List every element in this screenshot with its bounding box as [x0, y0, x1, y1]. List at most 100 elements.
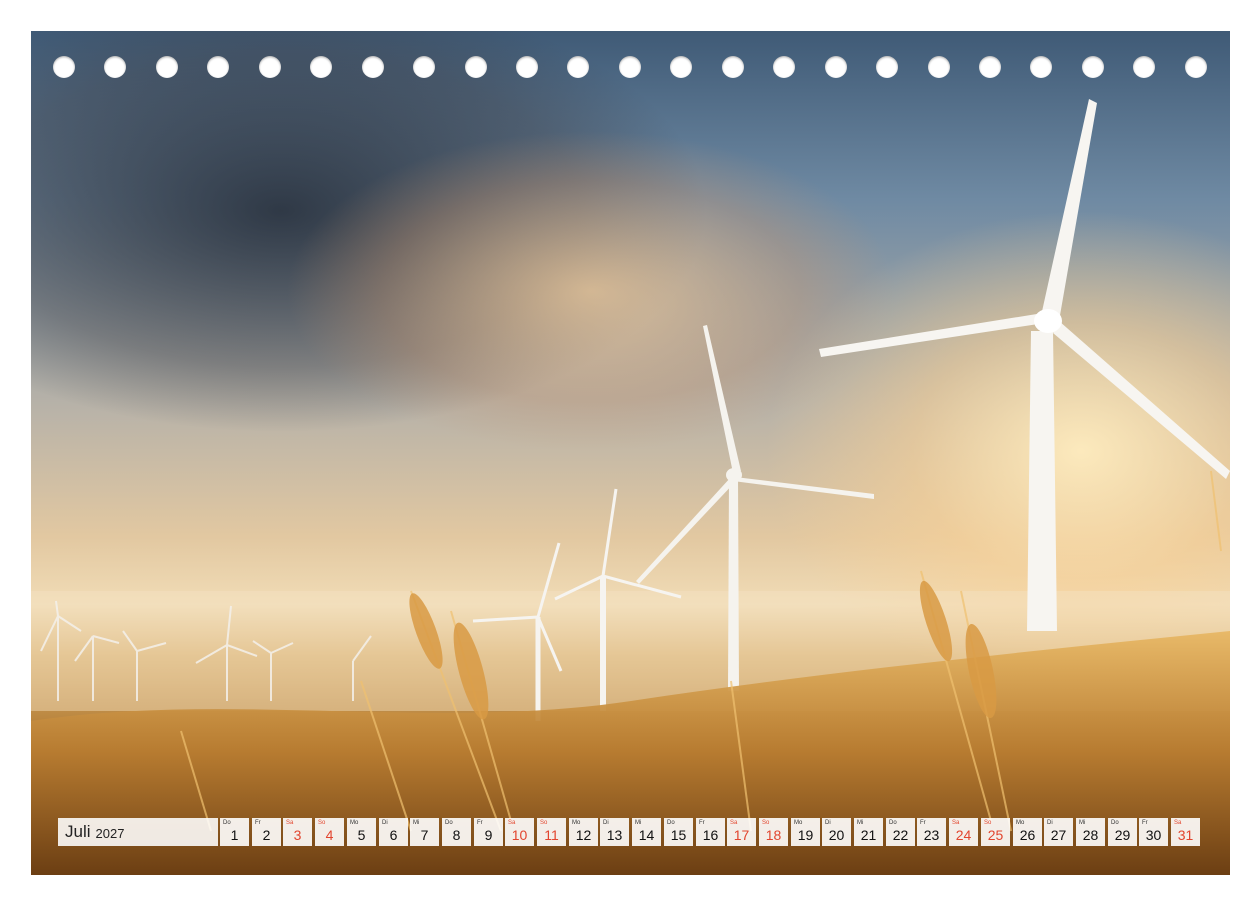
- binding-hole: [928, 56, 950, 78]
- day-number: 12: [575, 827, 592, 843]
- calendar-day: Sa 24: [949, 818, 978, 846]
- calendar-day: Do 8: [442, 818, 471, 846]
- day-number: 23: [923, 827, 940, 843]
- binding-hole: [722, 56, 744, 78]
- day-number: 6: [389, 827, 398, 843]
- weekday-abbrev: Mi: [1079, 820, 1086, 826]
- weekday-abbrev: Do: [889, 820, 897, 826]
- calendar-day: Mi 14: [632, 818, 661, 846]
- day-number: 24: [955, 827, 972, 843]
- weekday-abbrev: Sa: [1174, 820, 1182, 826]
- calendar-day: Di 20: [822, 818, 851, 846]
- weekday-abbrev: So: [984, 820, 992, 826]
- weekday-abbrev: Di: [382, 820, 388, 826]
- calendar-day: Sa 10: [505, 818, 534, 846]
- weekday-abbrev: So: [318, 820, 326, 826]
- calendar-day: Mo 19: [791, 818, 820, 846]
- day-number: 28: [1082, 827, 1099, 843]
- day-number: 7: [420, 827, 429, 843]
- month-label: Juli 2027: [58, 818, 218, 846]
- calendar-day: So 4: [315, 818, 344, 846]
- day-number: 8: [452, 827, 461, 843]
- weekday-abbrev: Sa: [286, 820, 294, 826]
- day-number: 20: [828, 827, 845, 843]
- day-number: 22: [892, 827, 909, 843]
- calendar-day: Mo 5: [347, 818, 376, 846]
- weekday-abbrev: Fr: [1142, 820, 1148, 826]
- wind-turbine-wheat-field-photo: [31, 31, 1230, 875]
- day-number: 14: [638, 827, 655, 843]
- calendar-day: Do 1: [220, 818, 249, 846]
- binding-hole: [104, 56, 126, 78]
- calendar-day: Mo 12: [569, 818, 598, 846]
- weekday-abbrev: Do: [667, 820, 675, 826]
- calendar-day: Di 13: [600, 818, 629, 846]
- day-number: 2: [262, 827, 271, 843]
- calendar-day: Sa 31: [1171, 818, 1200, 846]
- calendar-day: Fr 9: [474, 818, 503, 846]
- calendar-day: Di 27: [1044, 818, 1073, 846]
- weekday-abbrev: Di: [825, 820, 831, 826]
- calendar-day: Mo 26: [1013, 818, 1042, 846]
- day-number: 4: [325, 827, 334, 843]
- binding-hole: [1133, 56, 1155, 78]
- day-number: 1: [230, 827, 239, 843]
- binding-hole: [259, 56, 281, 78]
- day-number: 19: [797, 827, 814, 843]
- binding-hole: [1082, 56, 1104, 78]
- weekday-abbrev: Mi: [857, 820, 864, 826]
- binding-hole: [207, 56, 229, 78]
- day-number: 10: [511, 827, 528, 843]
- weekday-abbrev: So: [540, 820, 548, 826]
- day-number: 18: [765, 827, 782, 843]
- binding-hole: [53, 56, 75, 78]
- day-number: 26: [1019, 827, 1036, 843]
- year: 2027: [95, 825, 125, 841]
- weekday-abbrev: Mi: [635, 820, 642, 826]
- weekday-abbrev: Do: [445, 820, 453, 826]
- weekday-abbrev: Mo: [350, 820, 359, 826]
- weekday-abbrev: Do: [1111, 820, 1119, 826]
- weekday-abbrev: Mi: [413, 820, 420, 826]
- binding-hole: [156, 56, 178, 78]
- right-turbine: [819, 99, 1230, 631]
- calendar-day: Do 22: [886, 818, 915, 846]
- calendar-day: Fr 30: [1139, 818, 1168, 846]
- binding-hole: [773, 56, 795, 78]
- calendar-day: Do 15: [664, 818, 693, 846]
- binding-hole: [619, 56, 641, 78]
- binding-hole: [567, 56, 589, 78]
- weekday-abbrev: Do: [223, 820, 231, 826]
- binding-hole: [979, 56, 1001, 78]
- month-name: Juli: [65, 822, 91, 841]
- day-number: 31: [1177, 827, 1194, 843]
- weekday-abbrev: Fr: [699, 820, 705, 826]
- day-number: 30: [1145, 827, 1162, 843]
- day-number: 29: [1114, 827, 1131, 843]
- weekday-abbrev: Sa: [730, 820, 738, 826]
- calendar-day: Mi 28: [1076, 818, 1105, 846]
- day-number: 5: [357, 827, 366, 843]
- weekday-abbrev: Sa: [508, 820, 516, 826]
- binding-hole: [516, 56, 538, 78]
- binding-hole: [310, 56, 332, 78]
- binding-hole: [876, 56, 898, 78]
- photo-illustration: [31, 99, 1230, 875]
- binding-hole: [825, 56, 847, 78]
- binding-hole: [413, 56, 435, 78]
- weekday-abbrev: Fr: [477, 820, 483, 826]
- calendar-strip: Juli 2027 Do 1 Fr 2 Sa 3 So 4 Mo 5 Di 6 Mi 7 Do 8 Fr 9 Sa 1…: [58, 818, 1203, 846]
- binding-hole: [1185, 56, 1207, 78]
- day-number: 27: [1050, 827, 1067, 843]
- calendar-day: Do 29: [1108, 818, 1137, 846]
- weekday-abbrev: Di: [603, 820, 609, 826]
- binding-hole: [670, 56, 692, 78]
- day-number: 11: [544, 827, 559, 843]
- calendar-day: So 25: [981, 818, 1010, 846]
- binding-hole: [1030, 56, 1052, 78]
- weekday-abbrev: Mo: [794, 820, 803, 826]
- calendar-day: Fr 23: [917, 818, 946, 846]
- weekday-abbrev: Fr: [920, 820, 926, 826]
- calendar-day: Sa 3: [283, 818, 312, 846]
- weekday-abbrev: Sa: [952, 820, 960, 826]
